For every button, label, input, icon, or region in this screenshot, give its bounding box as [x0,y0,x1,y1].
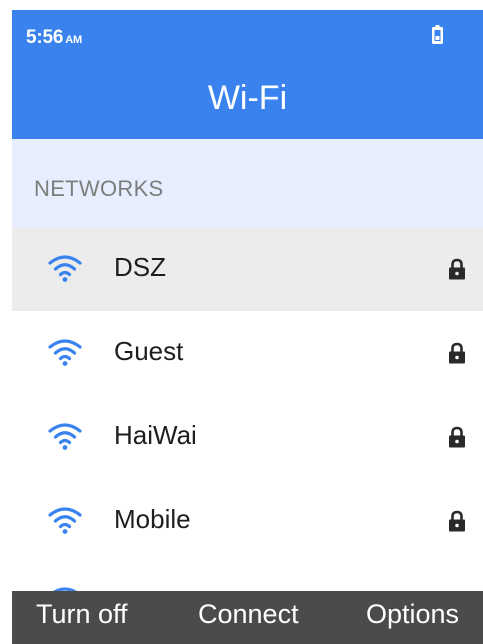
network-name: Guest [114,336,184,366]
section-label: NETWORKS [34,176,164,201]
status-time-value: 5:56 [26,27,64,48]
wifi-icon [48,423,82,450]
wifi-icon [48,507,82,534]
turn-off-softkey[interactable]: Turn off [36,599,128,630]
network-name: Mobile [114,504,191,534]
lock-icon [449,426,465,448]
screen: 5:56 AM Wi-Fi NETWORKS DSZ Guest HaiWai … [12,10,483,644]
lock-icon [449,258,465,280]
network-item-haiwai[interactable]: HaiWai [12,395,483,479]
wifi-icon [48,255,82,282]
lock-icon [449,342,465,364]
options-softkey[interactable]: Options [366,599,459,630]
network-item-dsz[interactable]: DSZ [12,227,483,311]
section-header: NETWORKS [12,139,483,227]
connect-softkey[interactable]: Connect [198,599,299,630]
network-name: HaiWai [114,420,197,450]
header: 5:56 AM Wi-Fi [12,10,483,139]
network-item-guest[interactable]: Guest [12,311,483,395]
network-list: DSZ Guest HaiWai Mobile [12,227,483,563]
battery-icon [432,25,443,44]
lock-icon [449,510,465,532]
page-title: Wi-Fi [207,79,288,117]
wifi-icon [48,339,82,366]
network-name: DSZ [114,252,166,282]
network-item-mobile[interactable]: Mobile [12,479,483,563]
softkey-bar: Turn off Connect Options [12,591,483,644]
status-time-ampm: AM [65,34,82,46]
status-time: 5:56 AM [26,27,82,49]
